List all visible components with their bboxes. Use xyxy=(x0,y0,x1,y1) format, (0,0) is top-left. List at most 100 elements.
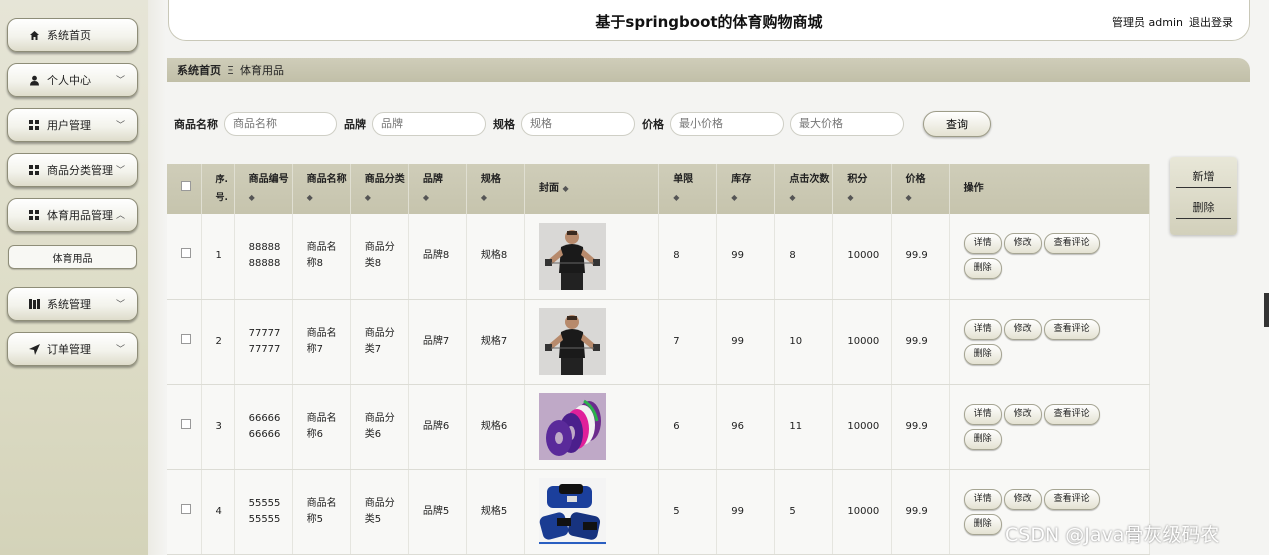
col-limit[interactable]: 单限 ◆ xyxy=(658,164,718,214)
detail-button[interactable]: 详情 xyxy=(963,233,1002,255)
min-price-input[interactable] xyxy=(670,112,784,136)
sidebar-item-sports-goods[interactable]: 体育用品管理 ︿ xyxy=(7,198,138,232)
table-row[interactable]: 3 66666 66666 商品名称6 商品分类6 品牌6 规格6 6 96 11 10000 99… xyxy=(167,384,1151,470)
row-select-cell[interactable] xyxy=(167,214,202,300)
sort-icon[interactable]: ◆ xyxy=(847,193,853,202)
sort-icon[interactable]: ◆ xyxy=(906,193,912,202)
row-select-cell[interactable] xyxy=(167,384,202,470)
sort-icon[interactable]: ◆ xyxy=(673,193,679,202)
sort-icon[interactable]: ◆ xyxy=(731,193,737,202)
row-checkbox[interactable] xyxy=(181,248,191,259)
query-button[interactable]: 查询 xyxy=(923,111,991,137)
max-price-input[interactable] xyxy=(790,112,904,136)
sidebar-subitem-sports-goods[interactable]: 体育用品 xyxy=(8,245,137,269)
col-label: 规格 xyxy=(480,174,501,185)
scrollbar-thumb[interactable] xyxy=(1264,293,1269,327)
col-label: 价格 xyxy=(905,174,926,185)
chevron-down-icon: ﹀ xyxy=(115,300,125,310)
table-row[interactable]: 4 55555 55555 商品名称5 商品分类5 品牌5 规格5 5 99 5 10000 99.… xyxy=(167,469,1151,555)
row-checkbox[interactable] xyxy=(181,503,191,514)
delete-button[interactable]: 删除 xyxy=(1176,199,1231,215)
col-category[interactable]: 商品分类 ◆ xyxy=(350,164,409,214)
logout-link[interactable]: 退出登录 xyxy=(1189,16,1233,29)
cell-category: 商品分类5 xyxy=(350,469,409,555)
row-select-cell[interactable] xyxy=(167,469,202,555)
sort-icon[interactable]: ◆ xyxy=(365,193,371,202)
col-clicks[interactable]: 点击次数 ◆ xyxy=(774,164,834,214)
delete-row-button[interactable]: 删除 xyxy=(963,343,1002,365)
select-all-header[interactable] xyxy=(167,164,202,214)
sidebar-item-home[interactable]: 系统首页 xyxy=(7,18,138,52)
col-brand[interactable]: 品牌 ◆ xyxy=(408,164,467,214)
name-input[interactable] xyxy=(224,112,337,136)
view-reviews-button[interactable]: 查看评论 xyxy=(1043,488,1100,510)
edit-button[interactable]: 修改 xyxy=(1003,488,1042,510)
edit-button[interactable]: 修改 xyxy=(1003,233,1042,255)
sort-icon[interactable]: ◆ xyxy=(249,193,255,202)
edit-button[interactable]: 修改 xyxy=(1003,318,1042,340)
breadcrumb-home[interactable]: 系统首页 xyxy=(177,62,221,78)
sort-icon[interactable]: ◆ xyxy=(307,193,313,202)
cell-index: 3 xyxy=(201,384,235,470)
cell-index: 1 xyxy=(201,214,235,300)
cell-limit: 5 xyxy=(658,469,718,555)
divider xyxy=(1176,187,1231,188)
select-all-checkbox[interactable] xyxy=(181,181,191,191)
sidebar-item-category[interactable]: 商品分类管理 ﹀ xyxy=(7,153,138,187)
spec-input[interactable] xyxy=(521,112,635,136)
col-label: 商品编号 xyxy=(248,174,289,185)
row-select-cell[interactable] xyxy=(167,299,202,385)
row-checkbox[interactable] xyxy=(181,418,191,429)
col-cover[interactable]: 封面 ◆ xyxy=(524,164,660,214)
delete-row-button[interactable]: 删除 xyxy=(963,428,1002,450)
cover-image[interactable] xyxy=(538,393,658,460)
detail-button[interactable]: 详情 xyxy=(963,403,1002,425)
cell-name: 商品名称5 xyxy=(292,469,351,555)
col-label: 库存 xyxy=(731,174,752,185)
col-spec[interactable]: 规格 ◆ xyxy=(466,164,525,214)
sidebar-item-label: 订单管理 xyxy=(47,343,91,356)
edit-button[interactable]: 修改 xyxy=(1003,403,1042,425)
detail-button[interactable]: 详情 xyxy=(963,488,1002,510)
detail-button[interactable]: 详情 xyxy=(963,318,1002,340)
view-reviews-button[interactable]: 查看评论 xyxy=(1043,318,1100,340)
col-name[interactable]: 商品名称 ◆ xyxy=(292,164,351,214)
cell-stock: 99 xyxy=(716,299,776,385)
cover-image[interactable] xyxy=(538,478,658,545)
sort-icon[interactable]: ◆ xyxy=(481,193,487,202)
delete-row-button[interactable]: 删除 xyxy=(963,513,1002,535)
cell-spec: 规格8 xyxy=(466,214,525,300)
cell-clicks: 11 xyxy=(774,384,834,470)
sidebar-item-personal[interactable]: 个人中心 ﹀ xyxy=(7,63,138,97)
cover-image[interactable] xyxy=(538,308,658,375)
sidebar-item-label: 系统首页 xyxy=(47,29,91,42)
cell-cover xyxy=(524,214,660,300)
view-reviews-button[interactable]: 查看评论 xyxy=(1043,403,1100,425)
table-row[interactable]: 2 77777 77777 商品名称7 商品分类7 品牌7 规格7 7 99 10 10000 99… xyxy=(167,299,1151,385)
sidebar-item-system[interactable]: 系统管理 ﹀ xyxy=(7,287,138,321)
row-checkbox[interactable] xyxy=(181,333,191,344)
chevron-down-icon: ﹀ xyxy=(115,76,125,86)
brand-input[interactable] xyxy=(372,112,486,136)
col-label: 商品分类 xyxy=(364,174,405,185)
cell-index: 4 xyxy=(201,469,235,555)
cell-category: 商品分类8 xyxy=(350,214,409,300)
table-row[interactable]: 1 88888 88888 商品名称8 商品分类8 品牌8 规格8 8 99 8 10000 99.… xyxy=(167,214,1151,300)
sidebar-shadow xyxy=(148,0,166,555)
col-code[interactable]: 商品编号 ◆ xyxy=(234,164,293,214)
cell-points: 10000 xyxy=(832,469,892,555)
cover-image[interactable] xyxy=(538,222,658,290)
sidebar-item-orders[interactable]: 订单管理 ﹀ xyxy=(7,332,138,366)
col-points[interactable]: 积分 ◆ xyxy=(832,164,892,214)
view-reviews-button[interactable]: 查看评论 xyxy=(1043,233,1100,255)
sort-icon[interactable]: ◆ xyxy=(423,193,429,202)
sort-icon[interactable]: ◆ xyxy=(562,184,568,193)
col-price[interactable]: 价格 ◆ xyxy=(891,164,950,214)
sidebar-item-users[interactable]: 用户管理 ﹀ xyxy=(7,108,138,142)
sidebar-item-label: 用户管理 xyxy=(47,119,91,132)
delete-row-button[interactable]: 删除 xyxy=(963,258,1002,280)
sort-icon[interactable]: ◆ xyxy=(789,193,795,202)
col-stock[interactable]: 库存 ◆ xyxy=(716,164,776,214)
add-button[interactable]: 新增 xyxy=(1176,168,1231,184)
col-label: 封面 xyxy=(538,183,559,194)
